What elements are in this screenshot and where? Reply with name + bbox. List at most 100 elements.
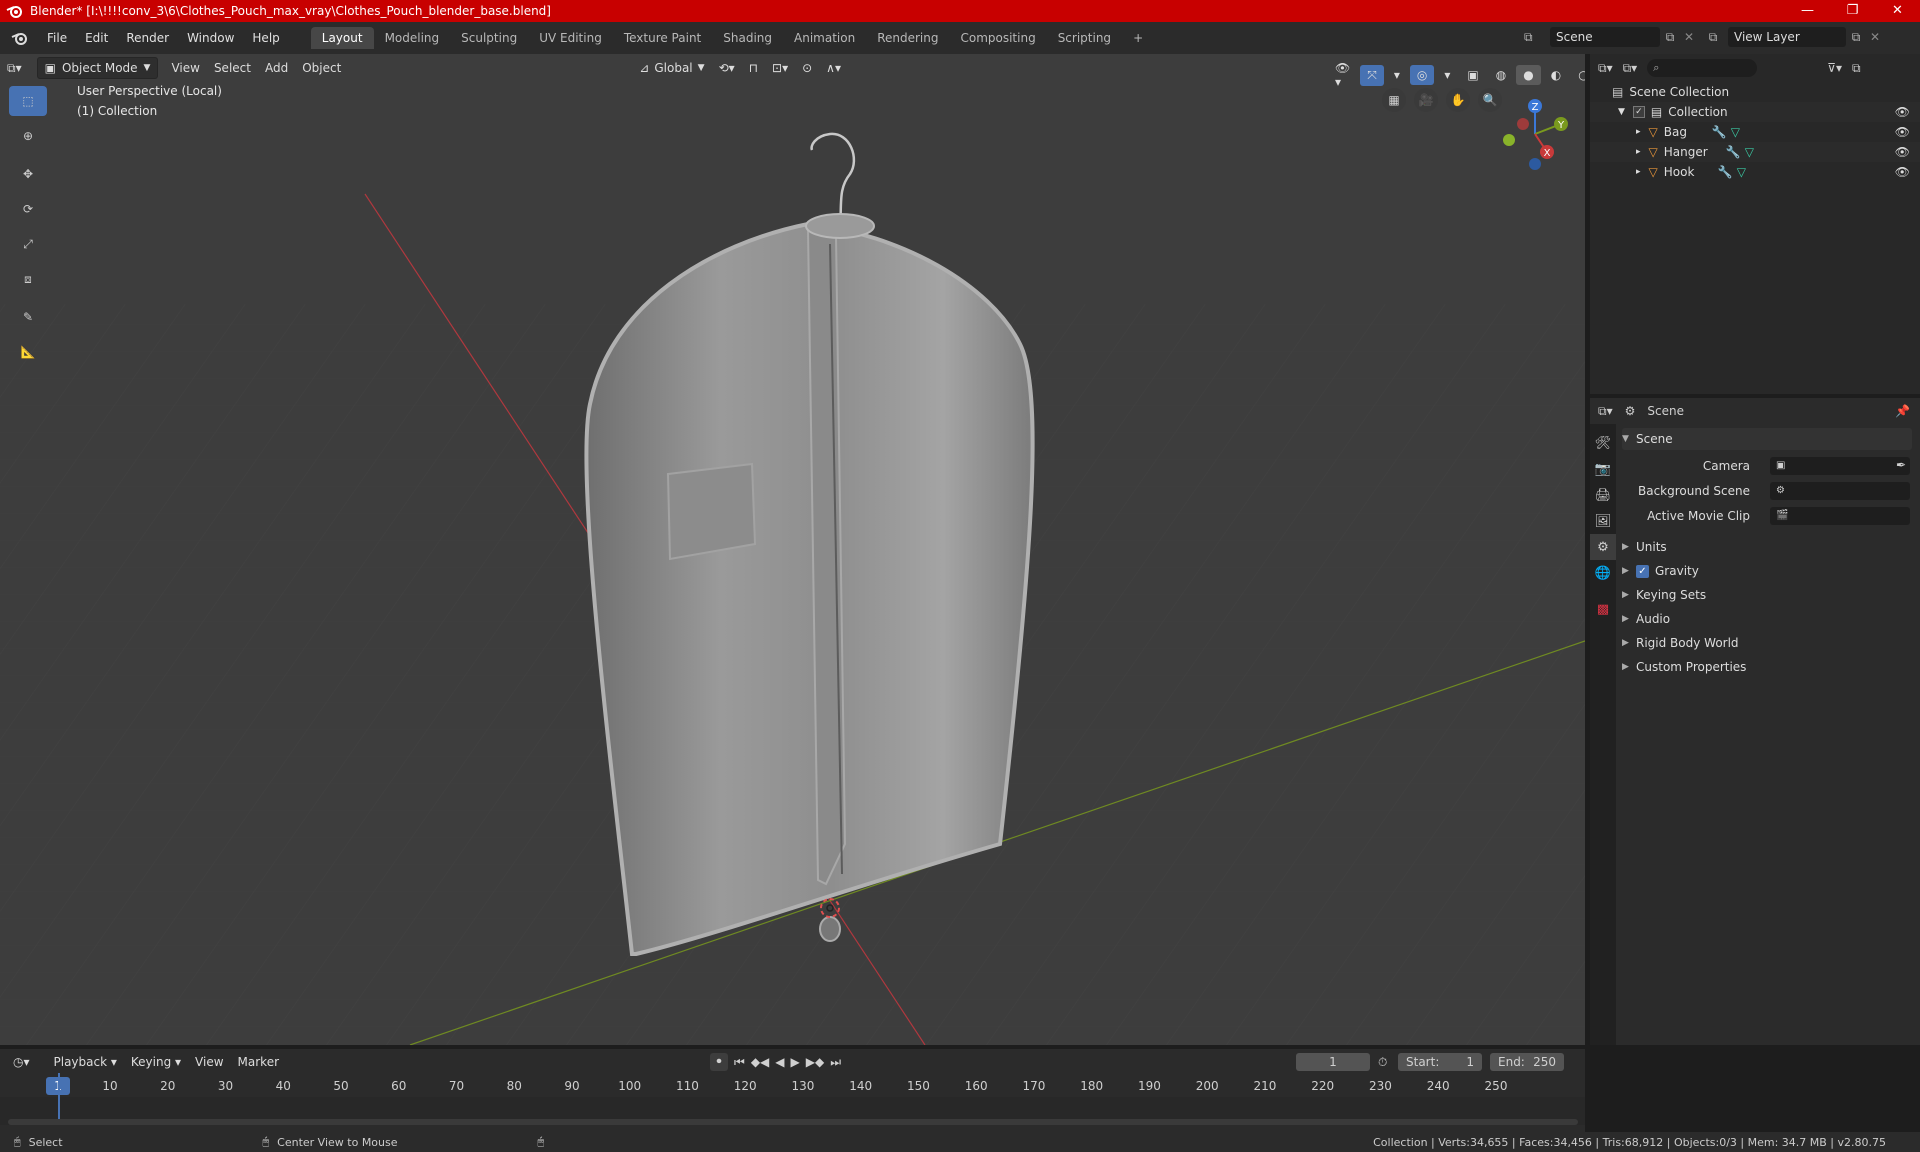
neg-x-axis-handle[interactable] — [1517, 118, 1529, 130]
new-view-layer-icon[interactable]: ⧉ — [1846, 30, 1866, 45]
scene-selector[interactable]: Scene — [1550, 27, 1660, 47]
delete-view-layer-icon[interactable]: ✕ — [1866, 30, 1884, 44]
pan-hand-icon[interactable]: ✋ — [1446, 88, 1470, 112]
move-tool-icon[interactable]: ✥ — [9, 159, 47, 189]
next-keyframe-icon[interactable]: ▶◆ — [806, 1055, 824, 1069]
wireframe-shading-icon[interactable]: ◍ — [1489, 65, 1513, 85]
custom-properties-panel-header[interactable]: ▶ Custom Properties — [1622, 656, 1912, 678]
add-workspace-button[interactable]: + — [1122, 27, 1154, 49]
pivot-point-icon[interactable]: ⟲▾ — [712, 58, 742, 78]
eyedropper-icon[interactable]: ✒ — [1896, 458, 1906, 472]
outliner-item-bag[interactable]: ▸ ▽ Bag 🔧 ▽ 👁 — [1590, 122, 1920, 142]
tab-uv-editing[interactable]: UV Editing — [528, 27, 613, 49]
proportional-edit-icon[interactable]: ⊙ — [795, 58, 819, 78]
view-layer-tab-icon[interactable]: 🖼 — [1590, 508, 1616, 534]
end-frame-field[interactable]: End: 250 — [1490, 1053, 1564, 1071]
camera-field[interactable]: ▣ ✒ — [1770, 457, 1910, 475]
eye-icon[interactable]: 👁 — [1895, 145, 1910, 159]
render-tab-icon[interactable]: 📷 — [1590, 456, 1616, 482]
select-box-tool-icon[interactable]: ⬚ — [9, 86, 47, 116]
active-movie-clip-field[interactable]: 🎬 — [1770, 507, 1910, 525]
eye-icon[interactable]: 👁 — [1895, 105, 1910, 119]
view-layer-browse-icon[interactable]: ⧉ — [1698, 30, 1728, 45]
collection-row[interactable]: ▼ ✓ ▤ Collection 👁 — [1590, 102, 1920, 122]
outliner-search-input[interactable]: ⌕ — [1647, 59, 1758, 77]
cursor-tool-icon[interactable]: ⊕ — [9, 121, 47, 151]
maximize-button[interactable]: ❐ — [1830, 0, 1875, 22]
scene-panel-header[interactable]: ▼ Scene — [1622, 428, 1912, 450]
snap-icon[interactable]: ⊓ — [742, 58, 765, 78]
gizmo-dropdown-icon[interactable]: ▾ — [1387, 65, 1407, 85]
falloff-icon[interactable]: ∧▾ — [819, 58, 848, 78]
snap-target-icon[interactable]: ⊡▾ — [765, 58, 795, 78]
keying-sets-panel-header[interactable]: ▶ Keying Sets — [1622, 584, 1912, 606]
menu-render[interactable]: Render — [117, 31, 178, 45]
clock-icon[interactable]: ⏱ — [1378, 1055, 1387, 1070]
xray-icon[interactable]: ▣ — [1460, 65, 1485, 85]
overlay-dropdown-icon[interactable]: ▾ — [1437, 65, 1457, 85]
gravity-checkbox[interactable]: ✓ — [1636, 564, 1649, 578]
transform-tool-icon[interactable]: ⧈ — [9, 264, 47, 294]
neg-z-axis-handle[interactable] — [1529, 158, 1541, 170]
timeline-track-area[interactable] — [0, 1073, 1585, 1125]
timeline-editor-icon[interactable]: ◷▾ — [6, 1052, 37, 1072]
scene-collection-row[interactable]: ▤ Scene Collection — [1590, 82, 1920, 102]
play-icon[interactable]: ▶ — [791, 1055, 800, 1069]
background-scene-field[interactable]: ⚙ — [1770, 482, 1910, 500]
menu-marker[interactable]: Marker — [231, 1052, 286, 1072]
menu-keying[interactable]: Keying ▾ — [124, 1052, 188, 1072]
units-panel-header[interactable]: ▶ Units — [1622, 536, 1912, 558]
expand-arrow-icon[interactable]: ▼ — [1618, 107, 1625, 117]
tab-sculpting[interactable]: Sculpting — [450, 27, 528, 49]
material-shading-icon[interactable]: ◐ — [1544, 65, 1568, 85]
menu-playback[interactable]: Playback ▾ — [47, 1052, 124, 1072]
jump-end-icon[interactable]: ⏭ — [830, 1055, 841, 1070]
menu-view[interactable]: View — [164, 58, 206, 78]
gravity-panel-header[interactable]: ▶ ✓ Gravity — [1622, 560, 1912, 582]
expand-arrow-icon[interactable]: ▸ — [1636, 127, 1641, 137]
close-button[interactable]: ✕ — [1875, 0, 1920, 22]
tab-shading[interactable]: Shading — [712, 27, 783, 49]
expand-arrow-icon[interactable]: ▸ — [1636, 147, 1641, 157]
transform-orientation-selector[interactable]: ⊿ Global ▼ — [632, 58, 711, 78]
texture-tab-icon[interactable]: ▩ — [1590, 596, 1616, 622]
outliner-item-hanger[interactable]: ▸ ▽ Hanger 🔧 ▽ 👁 — [1590, 142, 1920, 162]
world-tab-icon[interactable]: 🌐 — [1590, 560, 1616, 586]
solid-shading-icon[interactable]: ● — [1516, 65, 1541, 85]
menu-edit[interactable]: Edit — [76, 31, 117, 45]
menu-file[interactable]: File — [38, 31, 76, 45]
properties-editor-icon[interactable]: ⧉▾ — [1598, 404, 1613, 419]
scale-tool-icon[interactable]: ⤢ — [9, 229, 47, 259]
timeline-ruler[interactable]: 1102030405060708090100110120130140150160… — [0, 1075, 1585, 1097]
outliner-item-hook[interactable]: ▸ ▽ Hook 🔧 ▽ 👁 — [1590, 162, 1920, 182]
tab-modeling[interactable]: Modeling — [374, 27, 451, 49]
menu-timeline-view[interactable]: View — [188, 1052, 230, 1072]
audio-panel-header[interactable]: ▶ Audio — [1622, 608, 1912, 630]
pin-icon[interactable]: 📌 — [1895, 404, 1910, 418]
display-mode-icon[interactable]: ⧉▾ — [1623, 61, 1638, 76]
rigid-body-world-panel-header[interactable]: ▶ Rigid Body World — [1622, 632, 1912, 654]
grid-view-icon[interactable]: ▦ — [1382, 88, 1406, 112]
checkbox-icon[interactable]: ✓ — [1632, 106, 1645, 118]
new-collection-icon[interactable]: ⧉ — [1852, 61, 1861, 76]
menu-object[interactable]: Object — [295, 58, 348, 78]
tab-compositing[interactable]: Compositing — [949, 27, 1046, 49]
minimize-button[interactable]: — — [1785, 0, 1830, 22]
start-frame-field[interactable]: Start: 1 — [1398, 1053, 1482, 1071]
outliner-editor-icon[interactable]: ⧉▾ — [1598, 61, 1613, 76]
annotate-tool-icon[interactable]: ✎ — [9, 302, 47, 332]
scene-tab-icon[interactable]: ⚙ — [1590, 534, 1616, 560]
eye-icon[interactable]: 👁 — [1895, 165, 1910, 179]
menu-add[interactable]: Add — [258, 58, 295, 78]
new-scene-icon[interactable]: ⧉ — [1660, 30, 1680, 45]
tab-animation[interactable]: Animation — [783, 27, 866, 49]
jump-start-icon[interactable]: ⏮ — [734, 1055, 745, 1070]
tab-texture-paint[interactable]: Texture Paint — [613, 27, 712, 49]
visibility-icon[interactable]: 👁▾ — [1328, 58, 1357, 92]
clothes-bag-model[interactable] — [584, 221, 1035, 956]
menu-window[interactable]: Window — [178, 31, 243, 45]
camera-view-icon[interactable]: 🎥 — [1414, 88, 1438, 112]
menu-help[interactable]: Help — [243, 31, 288, 45]
3d-viewport[interactable]: ⧉▾ ▣ Object Mode ▼ View Select Add Objec… — [0, 54, 1585, 1045]
editor-type-icon[interactable]: ⧉▾ — [0, 58, 29, 79]
